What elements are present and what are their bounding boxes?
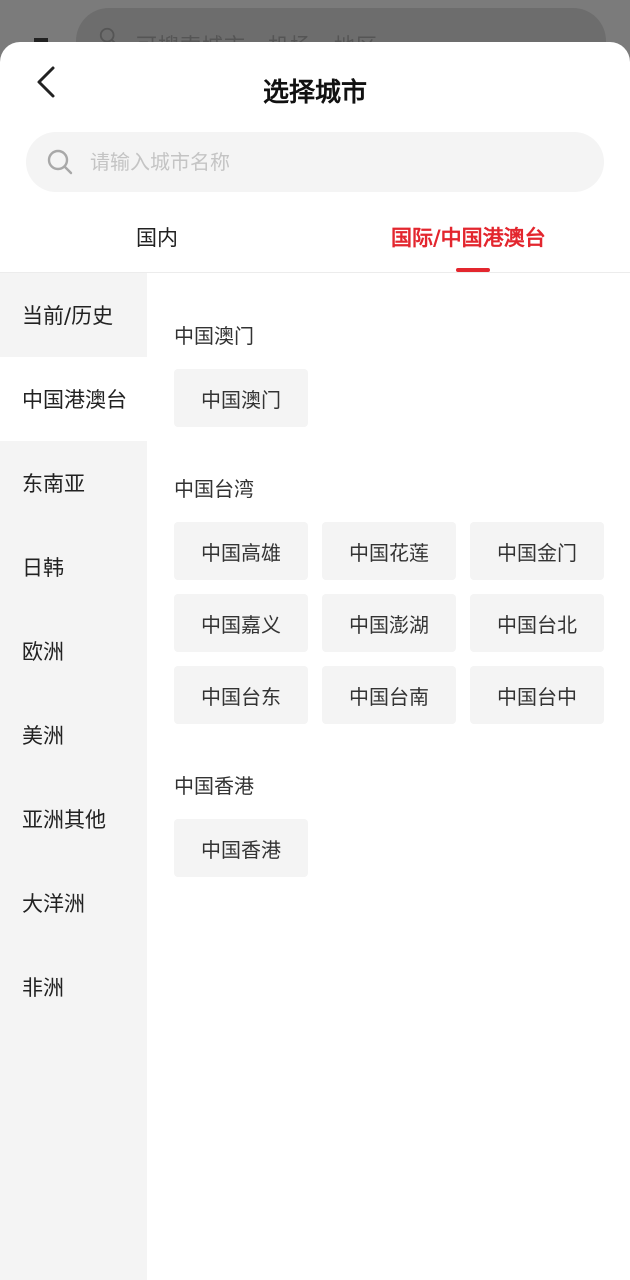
city-chip[interactable]: 中国台北	[470, 594, 604, 652]
city-chip[interactable]: 中国金门	[470, 522, 604, 580]
sidebar-item-other-asia[interactable]: 亚洲其他	[0, 777, 147, 861]
sidebar-item-japan-korea[interactable]: 日韩	[0, 525, 147, 609]
sidebar-item-oceania[interactable]: 大洋洲	[0, 861, 147, 945]
city-chip[interactable]: 中国高雄	[174, 522, 308, 580]
search-icon	[47, 149, 73, 175]
city-chip[interactable]: 中国嘉义	[174, 594, 308, 652]
section-title-taiwan: 中国台湾	[174, 477, 254, 501]
page-title: 选择城市	[262, 78, 367, 108]
sidebar-item-africa[interactable]: 非洲	[0, 945, 147, 1029]
tab-international[interactable]: 国际/中国港澳台	[391, 222, 546, 252]
region-sidebar: 当前/历史 中国港澳台 东南亚 日韩 欧洲 美洲 亚洲其他 大洋洲 非洲	[0, 273, 147, 1280]
city-chip[interactable]: 中国香港	[174, 819, 308, 877]
sidebar-item-current-history[interactable]: 当前/历史	[0, 273, 147, 357]
city-chip[interactable]: 中国台中	[470, 666, 604, 724]
city-search-input[interactable]	[88, 149, 572, 175]
city-chip[interactable]: 中国澳门	[174, 369, 308, 427]
region-tabs: 国内 国际/中国港澳台	[0, 212, 630, 272]
tab-domestic[interactable]: 国内	[136, 222, 178, 252]
section-title-macau: 中国澳门	[174, 324, 254, 348]
section-title-hongkong: 中国香港	[174, 774, 254, 798]
sidebar-item-southeast-asia[interactable]: 东南亚	[0, 441, 147, 525]
sidebar-item-europe[interactable]: 欧洲	[0, 609, 147, 693]
city-picker-sheet: 选择城市 国内 国际/中国港澳台 当前/历史 中国港澳台 东南亚 日韩 欧洲 美…	[0, 42, 630, 1280]
sidebar-item-hk-macau-taiwan[interactable]: 中国港澳台	[0, 357, 147, 441]
city-chip[interactable]: 中国花莲	[322, 522, 456, 580]
city-chip[interactable]: 中国台东	[174, 666, 308, 724]
city-chip[interactable]: 中国台南	[322, 666, 456, 724]
city-chip[interactable]: 中国澎湖	[322, 594, 456, 652]
search-box[interactable]	[26, 132, 604, 192]
sidebar-item-americas[interactable]: 美洲	[0, 693, 147, 777]
